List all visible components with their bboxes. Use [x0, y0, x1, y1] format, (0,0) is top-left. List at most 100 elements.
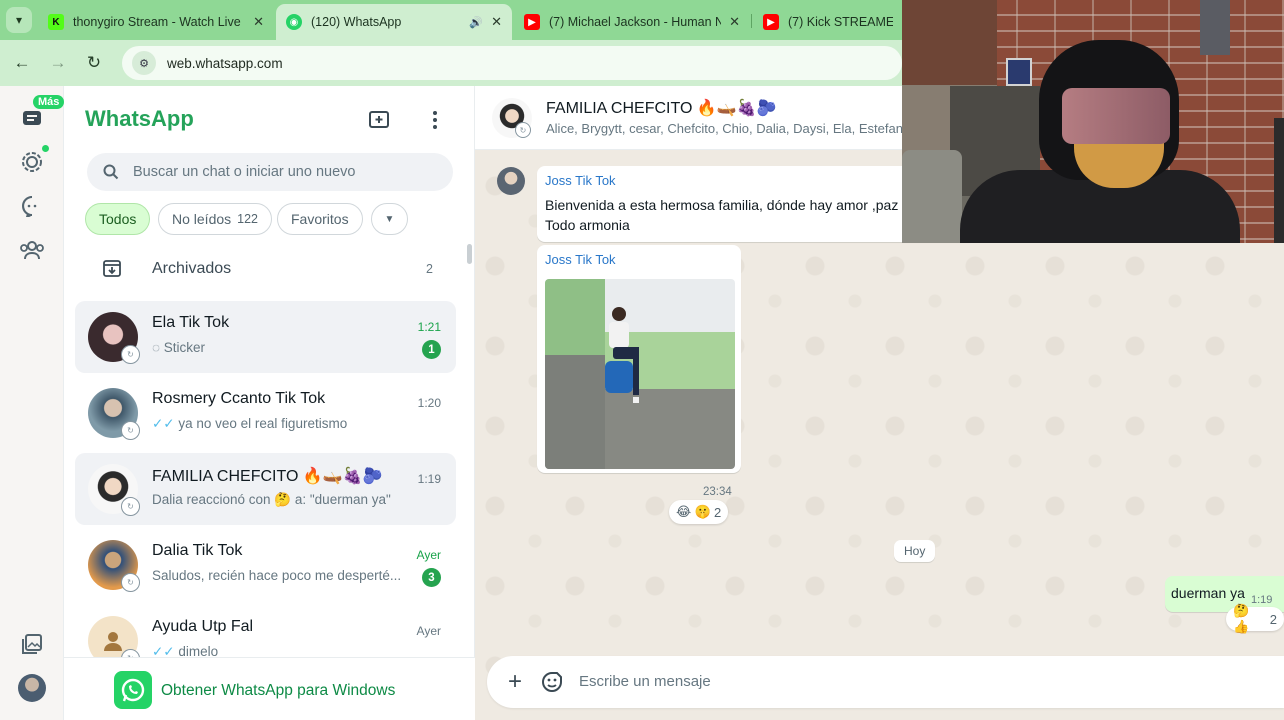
tab-youtube-michael-jackson[interactable]: ▶ (7) Michael Jackson - Human N ✕ — [514, 4, 750, 40]
chat-name: Ela Tik Tok — [152, 314, 230, 331]
new-chat-icon[interactable] — [367, 108, 391, 132]
menu-kebab-icon[interactable] — [423, 108, 447, 132]
chat-item-ela-tik-tok[interactable]: ↻ Ela Tik Tok ◌ Sticker 1:21 1 — [75, 301, 456, 373]
unread-badge: 3 — [422, 568, 441, 587]
sticker-emoji-icon[interactable] — [539, 669, 565, 695]
tab-whatsapp[interactable]: ◉ (120) WhatsApp 🔊 ✕ — [276, 4, 512, 40]
profile-avatar[interactable] — [18, 674, 46, 702]
sender-avatar[interactable] — [497, 167, 525, 195]
chat-time: 1:20 — [417, 396, 441, 410]
chat-item-dalia-tik-tok[interactable]: ↻ Dalia Tik Tok Saludos, recién hace poc… — [75, 529, 456, 601]
status-ring-icon: ↻ — [121, 421, 140, 440]
reload-icon[interactable]: ↻ — [82, 51, 106, 75]
photo-person — [605, 307, 639, 403]
filter-label: Todos — [99, 211, 137, 227]
message-text: duerman ya — [1171, 585, 1245, 601]
nav-rail: Más — [0, 86, 65, 720]
chat-preview-text: Saludos, recién hace poco me desperté... — [152, 568, 402, 583]
image-message-bubble[interactable]: Joss Tik Tok — [537, 245, 741, 473]
whatsapp-favicon-icon: ◉ — [286, 14, 302, 30]
filter-all-chip[interactable]: Todos — [85, 203, 151, 235]
chat-preview: ✓✓ ya no veo el real figuretismo — [152, 416, 412, 432]
close-tab-icon[interactable]: ✕ — [491, 14, 502, 30]
chat-preview-text: Dalia reaccionó con 🤔 a: "duerman ya" — [152, 492, 391, 507]
get-windows-app-banner[interactable]: Obtener WhatsApp para Windows — [64, 657, 475, 720]
filter-unread-chip[interactable]: No leídos 122 — [158, 203, 273, 235]
message-text: Bienvenida a esta hermosa familia, dónde… — [545, 195, 905, 235]
background-picture — [1006, 58, 1032, 86]
chat-item-ayuda-utp[interactable]: ↻ Ayuda Utp Fal ✓✓ dimelo Ayer — [75, 605, 456, 659]
chat-sidebar: WhatsApp Buscar un chat o iniciar uno nu… — [64, 86, 475, 720]
youtube-favicon-icon: ▶ — [763, 14, 779, 30]
background-post — [1274, 118, 1284, 243]
status-ring-icon: ↻ — [515, 122, 531, 138]
chat-list: ↻ Ela Tik Tok ◌ Sticker 1:21 1 ↻ Rosmery… — [75, 301, 456, 659]
background-frame — [1200, 0, 1230, 55]
day-divider: Hoy — [894, 540, 936, 562]
site-settings-icon[interactable]: ⚙ — [132, 51, 156, 75]
tab-kick-stream[interactable]: K thonygiro Stream - Watch Live ✕ — [38, 4, 274, 40]
channels-icon[interactable] — [16, 190, 48, 222]
message-text-line: Todo armonia — [545, 217, 630, 233]
chat-time: 1:21 — [417, 320, 441, 334]
youtube-favicon-icon: ▶ — [524, 14, 540, 30]
reactions-pill[interactable]: 🤔 👍 2 — [1226, 603, 1284, 634]
webcam-overlay — [902, 0, 1284, 243]
chat-time: Ayer — [416, 624, 441, 638]
filter-count: 122 — [237, 212, 259, 226]
close-tab-icon[interactable]: ✕ — [253, 14, 264, 30]
status-ring-icon: ↻ — [121, 345, 140, 364]
archived-row[interactable]: Archivados 2 — [64, 248, 470, 290]
sticker-icon: ◌ — [152, 340, 164, 355]
background-chair — [902, 150, 962, 243]
search-input[interactable]: Buscar un chat o iniciar uno nuevo — [87, 153, 453, 191]
forward-arrow-icon[interactable]: → — [46, 51, 70, 75]
tab-title: thonygiro Stream - Watch Live — [73, 15, 241, 29]
scrollbar-thumb[interactable] — [467, 244, 472, 264]
status-ring-icon: ↻ — [121, 497, 140, 516]
tab-title: (7) Kick STREAMER, no — [788, 15, 893, 29]
chat-preview: ◌ Sticker — [152, 340, 412, 355]
filter-label: No leídos — [172, 211, 232, 227]
chat-name: FAMILIA CHEFCITO 🔥🛶🍇🫐 — [152, 468, 383, 485]
chat-name: Ayuda Utp Fal — [152, 618, 254, 635]
search-placeholder: Buscar un chat o iniciar uno nuevo — [133, 164, 356, 180]
status-unread-dot — [42, 145, 49, 152]
message-time: 23:34 — [703, 486, 732, 498]
tab-separator — [751, 14, 752, 28]
whatsapp-logo-icon — [114, 671, 152, 709]
get-app-link[interactable]: Obtener WhatsApp para Windows — [161, 682, 395, 700]
attach-plus-icon[interactable]: + — [501, 668, 529, 696]
message-photo[interactable] — [545, 279, 735, 469]
reaction-count: 2 — [1269, 611, 1277, 627]
chat-item-rosmery-ccanto[interactable]: ↻ Rosmery Ccanto Tik Tok ✓✓ ya no veo el… — [75, 377, 456, 449]
chat-time: 1:19 — [417, 472, 441, 486]
communities-icon[interactable] — [16, 234, 48, 266]
status-ring-icon: ↻ — [121, 573, 140, 592]
group-members: Alice, Brygytt, cesar, Chefcito, Chio, D… — [546, 121, 910, 136]
speaker-icon[interactable]: 🔊 — [469, 16, 483, 29]
reactions-pill[interactable]: 😂 🤫 2 — [669, 500, 729, 524]
message-sender[interactable]: Joss Tik Tok — [545, 173, 616, 188]
tab-search-button[interactable]: ▾ — [6, 7, 32, 33]
filter-more-chevron-icon[interactable]: ▼ — [371, 203, 408, 235]
tab-title: (120) WhatsApp — [311, 15, 402, 29]
photo-wall — [545, 279, 605, 469]
filter-favorites-chip[interactable]: Favoritos — [277, 203, 363, 235]
message-sender[interactable]: Joss Tik Tok — [545, 252, 616, 267]
close-tab-icon[interactable]: ✕ — [729, 14, 740, 30]
message-input[interactable]: Escribe un mensaje — [579, 673, 711, 690]
chat-item-familia-chefcito[interactable]: ↻ FAMILIA CHEFCITO 🔥🛶🍇🫐 Dalia reaccionó … — [75, 453, 456, 525]
search-icon — [103, 164, 119, 180]
address-bar[interactable]: ⚙ web.whatsapp.com — [122, 46, 902, 80]
media-icon[interactable] — [16, 628, 48, 660]
archived-count: 2 — [426, 262, 433, 276]
app-title: WhatsApp — [85, 106, 194, 131]
reaction-count: 2 — [714, 504, 722, 520]
tab-youtube-kick-streamer[interactable]: ▶ (7) Kick STREAMER, no — [753, 4, 903, 40]
back-arrow-icon[interactable]: ← — [10, 51, 34, 75]
group-name: FAMILIA CHEFCITO 🔥🛶🍇🫐 — [546, 100, 777, 117]
archived-label: Archivados — [152, 260, 232, 277]
more-badge: Más — [33, 95, 65, 109]
chat-preview-text: Sticker — [163, 340, 206, 355]
